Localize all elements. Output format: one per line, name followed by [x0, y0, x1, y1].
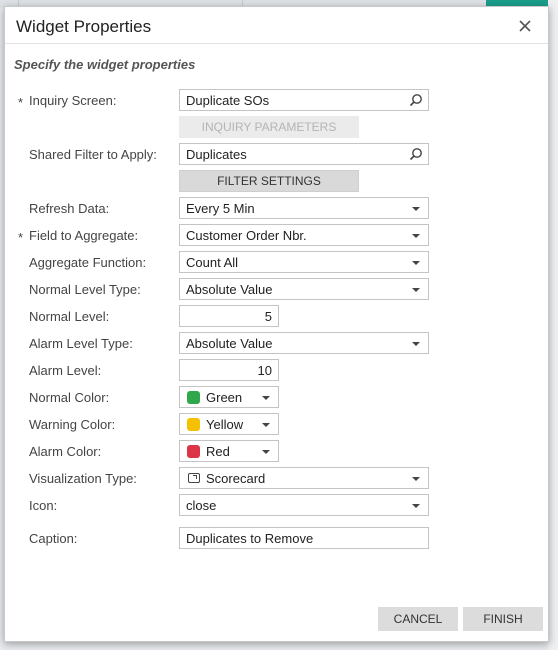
cancel-button[interactable]: CANCEL	[378, 607, 458, 631]
alarm-color-label: Alarm Color:	[29, 444, 102, 459]
close-icon[interactable]	[517, 18, 533, 34]
normal-color-select[interactable]: Green	[179, 386, 279, 408]
normal-color-label: Normal Color:	[29, 390, 110, 405]
alarm-color-select[interactable]: Red	[179, 440, 279, 462]
icon-value: close	[186, 498, 217, 513]
normal-level-type-select[interactable]: Absolute Value	[179, 278, 429, 300]
dialog-subtitle: Specify the widget properties	[14, 57, 196, 72]
required-mark: *	[18, 230, 24, 245]
finish-button[interactable]: FINISH	[463, 607, 543, 631]
scorecard-icon	[188, 473, 200, 483]
aggregate-function-value: Count All	[186, 255, 239, 270]
field-to-aggregate-value: Customer Order Nbr.	[186, 228, 307, 243]
refresh-data-value: Every 5 Min	[186, 201, 255, 216]
chevron-down-icon	[262, 423, 270, 427]
dialog-header: Widget Properties	[5, 7, 548, 44]
normal-level-value: 5	[264, 309, 272, 324]
chevron-down-icon	[262, 450, 270, 454]
alarm-level-type-label: Alarm Level Type:	[29, 336, 133, 351]
chevron-down-icon	[412, 207, 420, 211]
chevron-down-icon	[412, 234, 420, 238]
inquiry-parameters-button[interactable]: INQUIRY PARAMETERS	[179, 116, 359, 138]
alarm-color-value: Red	[206, 444, 230, 459]
field-to-aggregate-select[interactable]: Customer Order Nbr.	[179, 224, 429, 246]
inquiry-screen-value: Duplicate SOs	[186, 93, 270, 108]
warning-color-label: Warning Color:	[29, 417, 116, 432]
warning-color-select[interactable]: Yellow	[179, 413, 279, 435]
shared-filter-field[interactable]: Duplicates	[179, 143, 429, 165]
alarm-level-type-select[interactable]: Absolute Value	[179, 332, 429, 354]
refresh-data-select[interactable]: Every 5 Min	[179, 197, 429, 219]
filter-settings-button[interactable]: FILTER SETTINGS	[179, 170, 359, 192]
field-to-aggregate-label: Field to Aggregate:	[29, 228, 139, 243]
normal-level-type-value: Absolute Value	[186, 282, 273, 297]
color-swatch	[187, 445, 200, 458]
caption-value: Duplicates to Remove	[186, 531, 314, 546]
icon-select[interactable]: close	[179, 494, 429, 516]
chevron-down-icon	[412, 288, 420, 292]
widget-properties-dialog: Widget Properties Specify the widget pro…	[4, 6, 549, 642]
visualization-type-select[interactable]: Scorecard	[179, 467, 429, 489]
normal-level-label: Normal Level:	[29, 309, 110, 324]
caption-label: Caption:	[29, 531, 78, 546]
chevron-down-icon	[412, 477, 420, 481]
inquiry-screen-label: Inquiry Screen:	[29, 93, 117, 108]
alarm-level-type-value: Absolute Value	[186, 336, 273, 351]
background-app-edge	[548, 0, 558, 650]
visualization-type-value: Scorecard	[206, 471, 266, 486]
refresh-data-label: Refresh Data:	[29, 201, 110, 216]
color-swatch	[187, 391, 200, 404]
shared-filter-label: Shared Filter to Apply:	[29, 147, 157, 162]
chevron-down-icon	[412, 261, 420, 265]
aggregate-function-label: Aggregate Function:	[29, 255, 147, 270]
search-icon[interactable]	[409, 93, 423, 107]
inquiry-screen-field[interactable]: Duplicate SOs	[179, 89, 429, 111]
normal-color-value: Green	[206, 390, 243, 405]
alarm-level-value: 10	[257, 363, 272, 378]
icon-label: Icon:	[29, 498, 58, 513]
alarm-level-label: Alarm Level:	[29, 363, 102, 378]
caption-input[interactable]: Duplicates to Remove	[179, 527, 429, 549]
normal-level-type-label: Normal Level Type:	[29, 282, 141, 297]
color-swatch	[187, 418, 200, 431]
normal-level-input[interactable]: 5	[179, 305, 279, 327]
shared-filter-value: Duplicates	[186, 147, 247, 162]
chevron-down-icon	[262, 396, 270, 400]
chevron-down-icon	[412, 342, 420, 346]
chevron-down-icon	[412, 504, 420, 508]
warning-color-value: Yellow	[206, 417, 244, 432]
visualization-type-label: Visualization Type:	[29, 471, 137, 486]
alarm-level-input[interactable]: 10	[179, 359, 279, 381]
search-icon[interactable]	[409, 147, 423, 161]
dialog-title: Widget Properties	[16, 17, 152, 36]
required-mark: *	[18, 95, 24, 110]
aggregate-function-select[interactable]: Count All	[179, 251, 429, 273]
